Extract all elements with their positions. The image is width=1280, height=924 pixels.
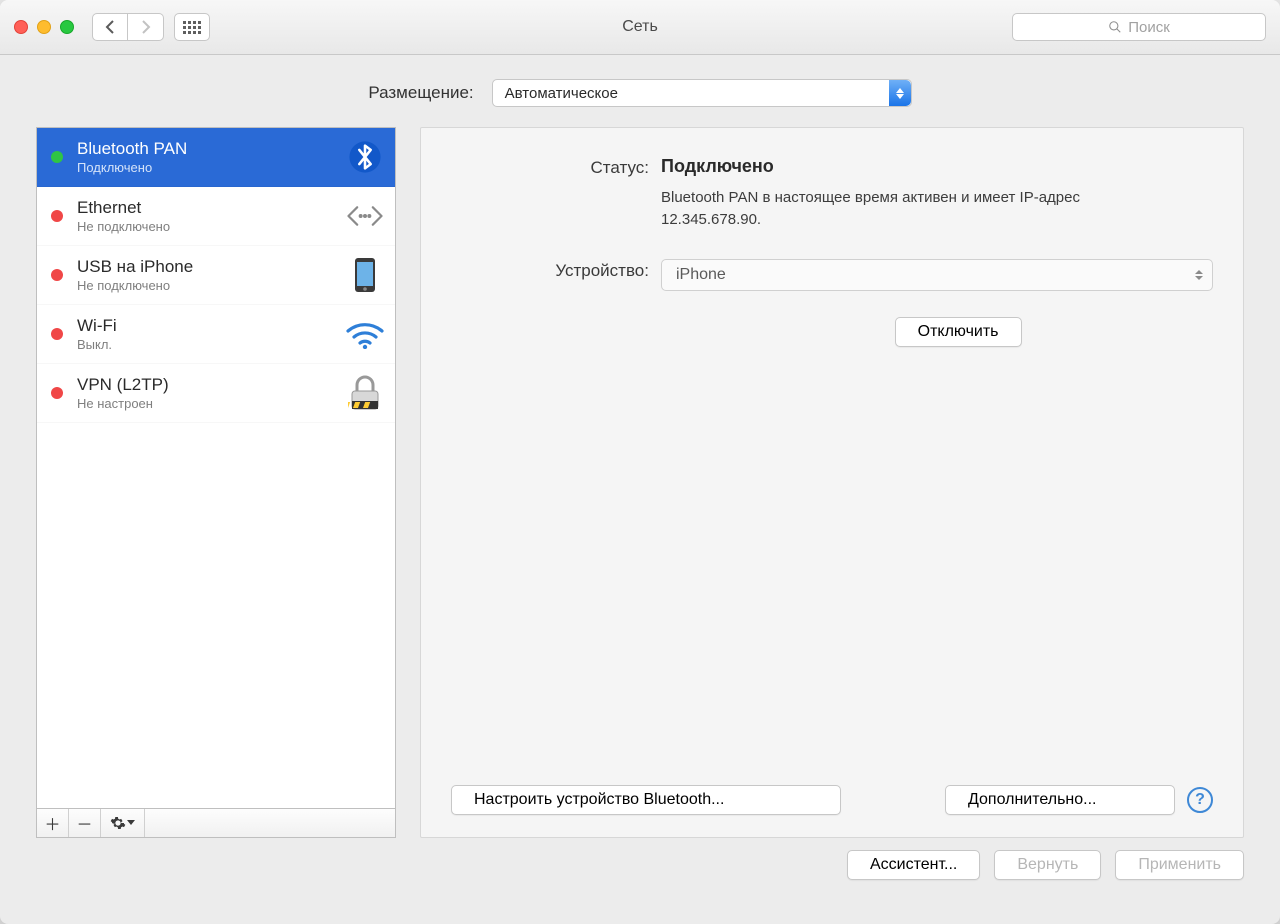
- nav-buttons: [92, 13, 164, 41]
- chevron-down-icon: [127, 820, 135, 826]
- minimize-button[interactable]: [37, 20, 51, 34]
- sidebar-item-text: USB на iPhone Не подключено: [77, 256, 345, 294]
- interfaces-sidebar: Bluetooth PAN Подключено Ethernet Не под…: [36, 127, 396, 838]
- status-label: Статус:: [451, 156, 661, 231]
- sidebar-item-name: Ethernet: [77, 197, 345, 218]
- sidebar-item-sub: Не подключено: [77, 219, 345, 235]
- interfaces-list: Bluetooth PAN Подключено Ethernet Не под…: [36, 127, 396, 808]
- sidebar-item-name: Wi-Fi: [77, 315, 345, 336]
- sidebar-item-lock[interactable]: VPN (L2TP) Не настроен: [37, 364, 395, 423]
- bluetooth-icon: [345, 137, 385, 177]
- sidebar-footer: ＋ －: [36, 808, 396, 838]
- status-value: Подключено: [661, 156, 1213, 177]
- status-dot: [51, 210, 63, 222]
- lock-icon: [345, 373, 385, 413]
- assistant-button[interactable]: Ассистент...: [847, 850, 980, 880]
- advanced-button[interactable]: Дополнительно...: [945, 785, 1175, 815]
- add-interface-button[interactable]: ＋: [37, 809, 69, 837]
- show-all-button[interactable]: [174, 13, 210, 41]
- sidebar-item-ethernet[interactable]: Ethernet Не подключено: [37, 187, 395, 246]
- titlebar: Сеть Поиск: [0, 0, 1280, 55]
- sidebar-item-sub: Выкл.: [77, 337, 345, 353]
- gear-icon: [110, 815, 126, 831]
- remove-interface-button[interactable]: －: [69, 809, 101, 837]
- location-select[interactable]: Автоматическое: [492, 79, 912, 107]
- close-button[interactable]: [14, 20, 28, 34]
- content-body: Bluetooth PAN Подключено Ethernet Не под…: [0, 115, 1280, 838]
- actions-menu-button[interactable]: [101, 809, 145, 837]
- device-value-block: iPhone: [661, 259, 1213, 291]
- location-label: Размещение:: [368, 83, 473, 103]
- forward-button[interactable]: [128, 13, 164, 41]
- ethernet-icon: [345, 196, 385, 236]
- sidebar-item-name: Bluetooth PAN: [77, 138, 345, 159]
- sidebar-item-text: Bluetooth PAN Подключено: [77, 138, 345, 176]
- detail-panel: Статус: Подключено Bluetooth PAN в насто…: [420, 127, 1244, 838]
- help-button[interactable]: ?: [1187, 787, 1213, 813]
- wifi-icon: [345, 314, 385, 354]
- location-value: Автоматическое: [505, 85, 618, 102]
- chevron-select-icon: [1192, 264, 1206, 286]
- sidebar-item-name: VPN (L2TP): [77, 374, 345, 395]
- sidebar-item-phone[interactable]: USB на iPhone Не подключено: [37, 246, 395, 305]
- search-input[interactable]: Поиск: [1012, 13, 1266, 41]
- sidebar-item-sub: Не подключено: [77, 278, 345, 294]
- status-row: Статус: Подключено Bluetooth PAN в насто…: [451, 156, 1213, 231]
- grid-icon: [183, 21, 201, 34]
- network-prefs-window: Сеть Поиск Размещение: Автоматическое Bl…: [0, 0, 1280, 924]
- sidebar-item-text: Wi-Fi Выкл.: [77, 315, 345, 353]
- sidebar-item-bluetooth[interactable]: Bluetooth PAN Подключено: [37, 128, 395, 187]
- footer: Ассистент... Вернуть Применить: [0, 838, 1280, 902]
- sidebar-item-text: VPN (L2TP) Не настроен: [77, 374, 345, 412]
- sidebar-item-wifi[interactable]: Wi-Fi Выкл.: [37, 305, 395, 364]
- zoom-button[interactable]: [60, 20, 74, 34]
- window-controls: [14, 20, 74, 34]
- status-description: Bluetooth PAN в настоящее время активен …: [661, 187, 1081, 231]
- disconnect-button[interactable]: Отключить: [895, 317, 1022, 347]
- sidebar-item-sub: Не настроен: [77, 396, 345, 412]
- sidebar-item-name: USB на iPhone: [77, 256, 345, 277]
- back-button[interactable]: [92, 13, 128, 41]
- status-dot: [51, 151, 63, 163]
- configure-bluetooth-button[interactable]: Настроить устройство Bluetooth...: [451, 785, 841, 815]
- search-icon: [1108, 20, 1122, 34]
- device-label: Устройство:: [451, 259, 661, 291]
- phone-icon: [345, 255, 385, 295]
- chevron-select-icon: [889, 80, 911, 106]
- search-placeholder: Поиск: [1128, 19, 1170, 36]
- sidebar-item-text: Ethernet Не подключено: [77, 197, 345, 235]
- device-value: iPhone: [676, 266, 726, 284]
- apply-button[interactable]: Применить: [1115, 850, 1244, 880]
- status-dot: [51, 387, 63, 399]
- status-dot: [51, 269, 63, 281]
- revert-button[interactable]: Вернуть: [994, 850, 1101, 880]
- device-select[interactable]: iPhone: [661, 259, 1213, 291]
- disconnect-row: Отключить: [451, 317, 1213, 347]
- location-row: Размещение: Автоматическое: [0, 55, 1280, 115]
- status-value-block: Подключено Bluetooth PAN в настоящее вре…: [661, 156, 1213, 231]
- sidebar-item-sub: Подключено: [77, 160, 345, 176]
- detail-bottom-row: Настроить устройство Bluetooth... Дополн…: [451, 785, 1213, 815]
- device-row: Устройство: iPhone: [451, 259, 1213, 291]
- status-dot: [51, 328, 63, 340]
